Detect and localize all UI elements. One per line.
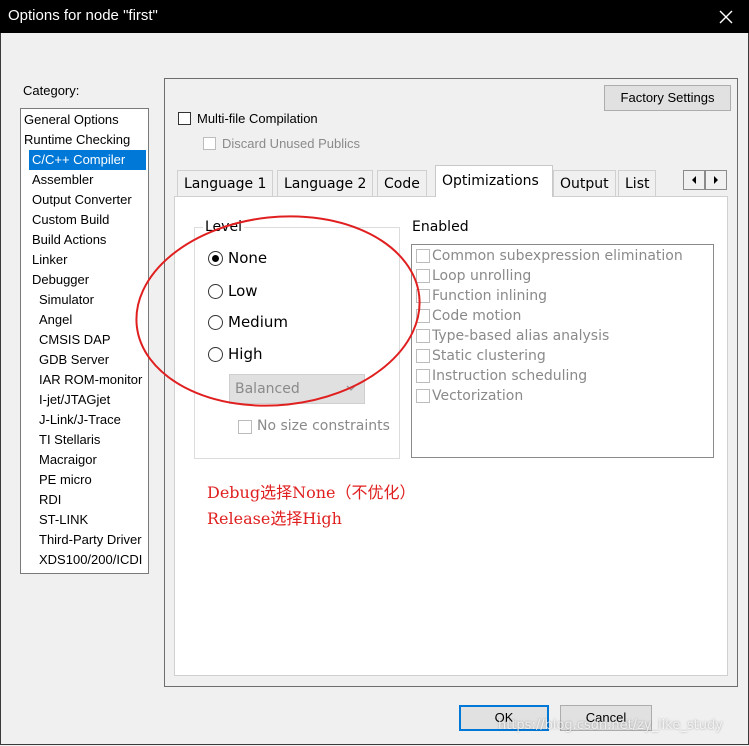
category-item[interactable]: Custom Build bbox=[32, 210, 109, 230]
arrow-left-icon bbox=[692, 176, 696, 184]
category-item[interactable]: Simulator bbox=[39, 290, 94, 310]
category-item[interactable]: Angel bbox=[39, 310, 72, 330]
level-medium-label: Medium bbox=[228, 313, 288, 331]
category-item[interactable]: Debugger bbox=[32, 270, 89, 290]
category-item[interactable]: CMSIS DAP bbox=[39, 330, 111, 350]
category-item[interactable]: Assembler bbox=[32, 170, 93, 190]
chevron-down-icon bbox=[346, 375, 356, 403]
discard-unused-checkbox[interactable] bbox=[203, 137, 216, 150]
category-item[interactable]: I-jet/JTAGjet bbox=[39, 390, 110, 410]
level-high-label: High bbox=[228, 345, 263, 363]
category-item[interactable]: Macraigor bbox=[39, 450, 97, 470]
title-bar: Options for node "first" bbox=[0, 0, 749, 33]
enabled-option[interactable]: Common subexpression elimination bbox=[416, 248, 683, 268]
option-checkbox[interactable] bbox=[416, 289, 430, 303]
category-item[interactable]: Runtime Checking bbox=[24, 130, 130, 150]
category-label: Category: bbox=[23, 83, 80, 98]
category-item[interactable]: Linker bbox=[32, 250, 67, 270]
option-label: Function inlining bbox=[432, 288, 548, 304]
window-title: Options for node "first" bbox=[8, 7, 158, 24]
enabled-option[interactable]: Loop unrolling bbox=[416, 268, 531, 288]
balance-select[interactable]: Balanced bbox=[229, 374, 365, 404]
option-checkbox[interactable] bbox=[416, 389, 430, 403]
option-checkbox[interactable] bbox=[416, 349, 430, 363]
option-checkbox[interactable] bbox=[416, 269, 430, 283]
option-label: Instruction scheduling bbox=[432, 368, 588, 384]
level-medium-radio[interactable] bbox=[208, 315, 223, 330]
factory-settings-button[interactable]: Factory Settings bbox=[604, 85, 731, 111]
category-item[interactable]: XDS100/200/ICDI bbox=[39, 550, 142, 570]
tab-optimizations[interactable]: Optimizations bbox=[435, 165, 553, 197]
category-item[interactable]: ST-LINK bbox=[39, 510, 88, 530]
category-list[interactable]: General Options Runtime Checking C/C++ Com… bbox=[20, 108, 149, 574]
option-label: Vectorization bbox=[432, 388, 524, 404]
level-none-radio[interactable] bbox=[208, 251, 223, 266]
enabled-option[interactable]: Static clustering bbox=[416, 348, 546, 368]
level-low-radio[interactable] bbox=[208, 284, 223, 299]
discard-unused-label: Discard Unused Publics bbox=[222, 136, 361, 151]
option-checkbox[interactable] bbox=[416, 369, 430, 383]
category-item[interactable]: RDI bbox=[39, 490, 61, 510]
tab-scroll-left-button[interactable] bbox=[683, 170, 705, 190]
tab-output[interactable]: Output bbox=[553, 170, 616, 196]
level-none-label: None bbox=[228, 249, 268, 267]
enabled-option[interactable]: Function inlining bbox=[416, 288, 547, 308]
option-label: Loop unrolling bbox=[432, 268, 532, 284]
tab-scroll-right-button[interactable] bbox=[705, 170, 727, 190]
watermark-text: https://blog.csdn.net/zy_like_study bbox=[498, 718, 723, 733]
category-item[interactable]: IAR ROM-monitor bbox=[39, 370, 142, 390]
category-item[interactable]: Third-Party Driver bbox=[39, 530, 142, 550]
annotation-line-1: Debug选择None（不优化） bbox=[207, 483, 416, 502]
category-item[interactable]: General Options bbox=[24, 110, 119, 130]
tab-language-2[interactable]: Language 2 bbox=[277, 170, 374, 196]
enabled-title: Enabled bbox=[412, 219, 469, 235]
tab-code[interactable]: Code bbox=[377, 170, 427, 196]
option-label: Common subexpression elimination bbox=[432, 248, 683, 264]
annotation-line-2: Release选择High bbox=[207, 509, 342, 528]
option-label: Static clustering bbox=[432, 348, 546, 364]
category-item[interactable]: PE micro bbox=[39, 470, 92, 490]
close-icon bbox=[719, 10, 733, 23]
category-item[interactable]: TI Stellaris bbox=[39, 430, 100, 450]
enabled-option[interactable]: Vectorization bbox=[416, 388, 523, 408]
enabled-option[interactable]: Instruction scheduling bbox=[416, 368, 587, 388]
enabled-option[interactable]: Code motion bbox=[416, 308, 521, 328]
option-checkbox[interactable] bbox=[416, 249, 430, 263]
no-size-constraints-checkbox[interactable] bbox=[238, 420, 252, 434]
tab-language-1[interactable]: Language 1 bbox=[177, 170, 274, 196]
multi-file-label: Multi-file Compilation bbox=[197, 111, 318, 126]
multi-file-checkbox[interactable] bbox=[178, 112, 191, 125]
option-label: Type-based alias analysis bbox=[432, 328, 610, 344]
radio-selected-dot bbox=[212, 255, 219, 262]
level-title: Level bbox=[203, 219, 244, 235]
category-item[interactable]: C/C++ Compiler bbox=[29, 150, 146, 170]
option-checkbox[interactable] bbox=[416, 309, 430, 323]
enabled-option[interactable]: Type-based alias analysis bbox=[416, 328, 609, 348]
arrow-right-icon bbox=[714, 176, 718, 184]
tab-list[interactable]: List bbox=[618, 170, 657, 196]
level-high-radio[interactable] bbox=[208, 347, 223, 362]
level-low-label: Low bbox=[228, 282, 258, 300]
option-label: Code motion bbox=[432, 308, 522, 324]
no-size-constraints-label: No size constraints bbox=[257, 418, 390, 434]
category-item[interactable]: J-Link/J-Trace bbox=[39, 410, 121, 430]
category-item[interactable]: Output Converter bbox=[32, 190, 132, 210]
balance-select-value: Balanced bbox=[235, 381, 300, 397]
category-item[interactable]: Build Actions bbox=[32, 230, 106, 250]
category-item[interactable]: GDB Server bbox=[39, 350, 109, 370]
option-checkbox[interactable] bbox=[416, 329, 430, 343]
close-button[interactable] bbox=[703, 0, 749, 33]
